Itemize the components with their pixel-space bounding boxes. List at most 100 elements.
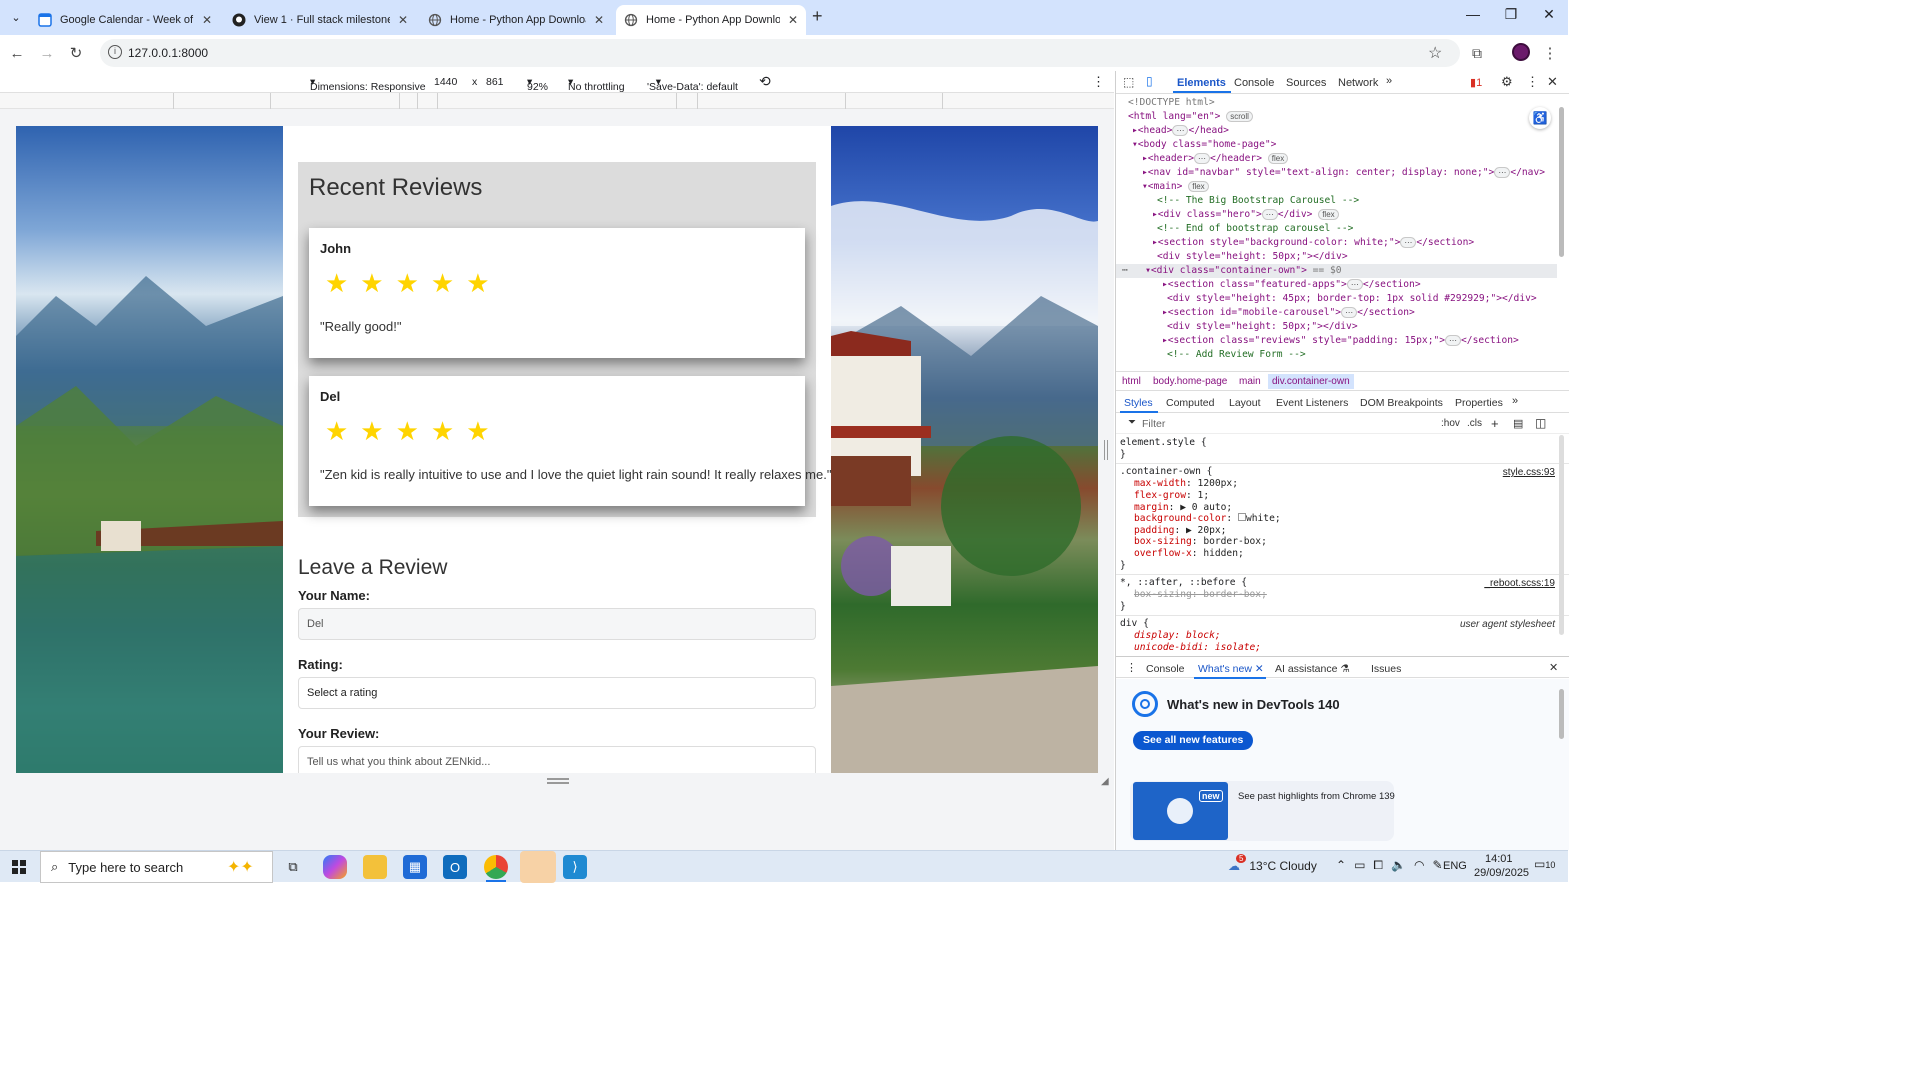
dom-node-doctype[interactable]: <!DOCTYPE html> xyxy=(1128,97,1215,108)
tab-elements[interactable]: Elements xyxy=(1177,77,1226,89)
media-query-ruler[interactable] xyxy=(0,93,1114,109)
reload-icon[interactable]: ↻ xyxy=(65,42,87,64)
drawer-menu-icon[interactable]: ⋮ xyxy=(1126,661,1137,674)
devtools-menu-icon[interactable]: ⋮ xyxy=(1526,74,1539,90)
css-property[interactable]: overflow-x: hidden; xyxy=(1134,548,1244,559)
dom-node-header[interactable]: ▸<header> ⋯ </header> flex xyxy=(1142,153,1289,164)
tab-dom-breakpoints[interactable]: DOM Breakpoints xyxy=(1360,397,1443,409)
restore-window-icon[interactable]: ❐ xyxy=(1496,6,1526,23)
close-window-icon[interactable]: ✕ xyxy=(1534,6,1564,23)
tab-computed[interactable]: Computed xyxy=(1166,397,1214,409)
drawer-tab-issues[interactable]: Issues xyxy=(1371,663,1401,675)
clock-date[interactable]: 29/09/2025 xyxy=(1474,867,1529,879)
highlight-card[interactable]: new See past highlights from Chrome 139 xyxy=(1130,781,1395,841)
dom-node-html[interactable]: <html lang="en"> scroll xyxy=(1128,111,1253,122)
dom-node-section-white[interactable]: ▸<section style="background-color: white… xyxy=(1152,237,1474,248)
viewport-resize-handle[interactable] xyxy=(547,778,569,784)
drawer-tab-whats-new[interactable]: What's new ✕ xyxy=(1198,663,1264,675)
browser-menu-icon[interactable]: ⋮ xyxy=(1539,42,1561,64)
device-toolbar-menu-icon[interactable]: ⋮ xyxy=(1092,74,1105,90)
tab-python-app-2-active[interactable]: Home - Python App Download ✕ xyxy=(616,5,806,35)
sidebar-toggle-icon[interactable]: ◫ xyxy=(1535,416,1546,430)
accessibility-tree-icon[interactable]: ♿ xyxy=(1529,107,1551,129)
close-tab-icon[interactable]: ✕ xyxy=(788,13,798,27)
outlook-icon[interactable]: O xyxy=(443,855,467,879)
cls-toggle[interactable]: .cls xyxy=(1467,418,1482,429)
dom-node-spacer[interactable]: <div style="height: 50px;"></div> xyxy=(1167,321,1358,332)
tab-network[interactable]: Network xyxy=(1338,77,1378,89)
dom-scrollbar[interactable] xyxy=(1559,107,1564,257)
microsoft-store-icon[interactable]: ▦ xyxy=(403,855,427,879)
tab-layout[interactable]: Layout xyxy=(1229,397,1261,409)
zoom-dropdown[interactable]: 92% ▾ xyxy=(527,76,548,93)
close-tab-icon[interactable]: ✕ xyxy=(398,13,408,27)
width-input[interactable]: 1440 xyxy=(434,76,457,88)
save-data-dropdown[interactable]: 'Save-Data': default ▾ xyxy=(647,76,738,93)
dom-node-nav[interactable]: ▸<nav id="navbar" style="text-align: cen… xyxy=(1142,167,1545,178)
close-tab-icon[interactable]: ✕ xyxy=(594,13,604,27)
dom-node-main[interactable]: ▾<main> flex xyxy=(1142,181,1209,192)
windows-start-icon[interactable] xyxy=(12,860,26,874)
rating-select[interactable]: Select a rating xyxy=(298,677,816,709)
dom-node-reviews[interactable]: ▸<section class="reviews" style="padding… xyxy=(1162,335,1519,346)
file-explorer-icon[interactable] xyxy=(363,855,387,879)
new-tab-button[interactable]: + xyxy=(812,6,823,27)
dimensions-dropdown[interactable]: Dimensions: Responsive ▾ xyxy=(310,76,426,93)
language-indicator[interactable]: ENG xyxy=(1443,860,1467,872)
rule-source-link[interactable]: _reboot.scss:19 xyxy=(1484,578,1555,589)
extensions-icon[interactable]: ⧉ xyxy=(1466,42,1488,64)
task-view-icon[interactable]: ⧉ xyxy=(281,855,305,879)
device-toolbar-toggle-icon[interactable]: ▯ xyxy=(1146,74,1153,88)
css-property-overridden[interactable]: box-sizing: border-box; xyxy=(1134,589,1267,600)
drawer-tab-ai-assistance[interactable]: AI assistance ⚗ xyxy=(1275,663,1350,675)
css-property[interactable]: background-color: white; xyxy=(1134,513,1281,524)
dom-comment[interactable]: <!-- The Big Bootstrap Carousel --> xyxy=(1157,195,1359,206)
color-swatch-white[interactable] xyxy=(1237,513,1246,521)
back-icon[interactable]: ← xyxy=(6,42,28,64)
height-input[interactable]: 861 xyxy=(486,76,504,88)
close-drawer-icon[interactable]: ✕ xyxy=(1549,661,1558,674)
rule-selector-div[interactable]: div { xyxy=(1120,618,1149,629)
drawer-tab-console[interactable]: Console xyxy=(1146,663,1185,675)
css-property[interactable]: max-width: 1200px; xyxy=(1134,478,1238,489)
close-tab-icon[interactable]: ✕ xyxy=(202,13,212,27)
site-info-icon[interactable]: i xyxy=(108,45,122,59)
styles-filter-input[interactable]: Filter xyxy=(1142,418,1165,430)
copilot-icon[interactable] xyxy=(323,855,347,879)
dom-node-mobile-carousel[interactable]: ▸<section id="mobile-carousel"> ⋯ </sectio… xyxy=(1162,307,1415,318)
css-property[interactable]: box-sizing: border-box; xyxy=(1134,536,1267,547)
tab-properties[interactable]: Properties xyxy=(1455,397,1503,409)
forward-icon[interactable]: → xyxy=(36,42,58,64)
bookmark-star-icon[interactable]: ☆ xyxy=(1428,43,1442,63)
dom-node-body[interactable]: ▾<body class="home-page"> xyxy=(1132,139,1276,150)
chrome-canary-icon[interactable] xyxy=(520,851,556,883)
rotate-icon[interactable]: ⟲ xyxy=(759,73,771,90)
rule-selector-universal[interactable]: *, ::after, ::before { xyxy=(1120,577,1247,588)
css-property[interactable]: flex-grow: 1; xyxy=(1134,490,1209,501)
address-bar[interactable]: i 127.0.0.1:8000 ☆ xyxy=(100,39,1460,67)
tab-python-app-1[interactable]: Home - Python App Download ✕ xyxy=(420,5,612,35)
dom-node-head[interactable]: ▸<head> ⋯ </head> xyxy=(1132,125,1229,136)
dom-node-hero[interactable]: ▸<div class="hero"> ⋯ </div> flex xyxy=(1152,209,1339,220)
tab-sources[interactable]: Sources xyxy=(1286,77,1326,89)
meet-now-icon[interactable]: ▭ xyxy=(1354,858,1373,872)
tab-event-listeners[interactable]: Event Listeners xyxy=(1276,397,1348,409)
dom-node-container-own[interactable]: ⋯ ▾<div class="container-own"> == $0 xyxy=(1122,265,1342,276)
tab-search-button[interactable]: ⌄ xyxy=(6,8,26,28)
tab-styles[interactable]: Styles xyxy=(1124,397,1153,409)
viewport-corner-resize-icon[interactable]: ◢ xyxy=(1101,776,1109,787)
show-hidden-icons-icon[interactable]: ⌃ xyxy=(1336,858,1354,872)
hov-toggle[interactable]: :hov xyxy=(1441,418,1460,429)
throttling-dropdown[interactable]: No throttling ▾ xyxy=(568,76,625,93)
rule-selector-container-own[interactable]: .container-own { xyxy=(1120,466,1212,477)
chrome-139-video-thumbnail[interactable]: new xyxy=(1133,782,1228,840)
dom-comment[interactable]: <!-- End of bootstrap carousel --> xyxy=(1157,223,1353,234)
more-style-tabs-icon[interactable]: » xyxy=(1512,395,1518,407)
dom-comment[interactable]: <!-- Add Review Form --> xyxy=(1167,349,1306,360)
devtools-split-handle[interactable] xyxy=(1104,440,1108,460)
vscode-icon[interactable]: ⟩ xyxy=(563,855,587,879)
breadcrumb-container-own[interactable]: div.container-own xyxy=(1268,374,1354,389)
display-icon[interactable]: ⧠ xyxy=(1373,858,1391,872)
wifi-icon[interactable]: ◠ xyxy=(1414,858,1432,872)
clock-time[interactable]: 14:01 xyxy=(1485,853,1513,865)
